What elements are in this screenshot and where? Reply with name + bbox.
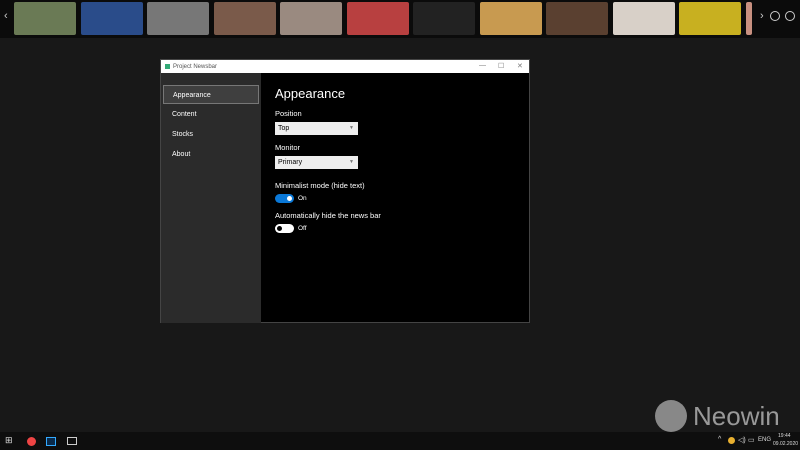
- clock-date[interactable]: 09.02.2020: [773, 441, 798, 447]
- scroll-left-icon[interactable]: ‹: [4, 10, 8, 22]
- position-value: Top: [278, 125, 290, 132]
- minimize-button[interactable]: —: [479, 62, 486, 69]
- chevron-down-icon: ▼: [349, 125, 354, 131]
- monitor-dropdown[interactable]: Primary ▼: [275, 156, 358, 169]
- sidebar-item-content[interactable]: Content: [163, 105, 259, 124]
- close-button[interactable]: ✕: [517, 62, 523, 70]
- settings-panel: Appearance Position Top ▼ Monitor Primary…: [275, 73, 381, 233]
- neowin-watermark: Neowin: [655, 400, 780, 432]
- maximize-button[interactable]: ☐: [498, 62, 504, 70]
- news-thumbnail[interactable]: [213, 2, 276, 35]
- news-thumbnail[interactable]: [14, 2, 76, 35]
- news-bar: ‹ ›: [0, 0, 800, 38]
- news-thumbnail[interactable]: [546, 2, 608, 35]
- start-windows-icon[interactable]: ⊞: [5, 435, 13, 446]
- tray-chevron-icon[interactable]: ^: [718, 436, 721, 443]
- autohide-toggle[interactable]: [275, 224, 294, 233]
- news-thumbnail[interactable]: [346, 2, 409, 35]
- minimalist-toggle[interactable]: [275, 194, 294, 203]
- news-thumbnail[interactable]: [679, 2, 741, 35]
- position-label: Position: [275, 109, 302, 118]
- chrome-icon[interactable]: [27, 437, 36, 446]
- news-thumbnail[interactable]: [612, 2, 675, 35]
- tray-app-icon[interactable]: [728, 437, 735, 444]
- neowin-logo-icon: [655, 400, 687, 432]
- autohide-state: Off: [298, 225, 307, 232]
- minimalist-state: On: [298, 195, 307, 202]
- sidebar-item-appearance[interactable]: Appearance: [163, 85, 259, 104]
- scroll-right-icon[interactable]: ›: [760, 10, 764, 22]
- news-thumbnail[interactable]: [147, 2, 209, 35]
- sidebar: Appearance Content Stocks About: [161, 73, 261, 323]
- sidebar-item-stocks[interactable]: Stocks: [163, 125, 259, 144]
- news-thumbnail[interactable]: [479, 2, 542, 35]
- photoshop-icon[interactable]: [46, 437, 56, 446]
- autohide-label: Automatically hide the news bar: [275, 211, 381, 220]
- position-dropdown[interactable]: Top ▼: [275, 122, 358, 135]
- news-thumbnail[interactable]: [413, 2, 475, 35]
- sidebar-item-about[interactable]: About: [163, 145, 259, 164]
- settings-window: Project Newsbar — ☐ ✕ Appearance Content…: [160, 59, 530, 323]
- app-icon: [165, 64, 170, 69]
- news-thumbnail[interactable]: [80, 2, 143, 35]
- settings-gear-icon[interactable]: [785, 11, 795, 21]
- network-icon[interactable]: ▭: [748, 436, 755, 444]
- alarm-icon[interactable]: [770, 11, 780, 21]
- watermark-text: Neowin: [693, 400, 780, 431]
- newsbar-app-icon[interactable]: [67, 437, 77, 445]
- minimalist-label: Minimalist mode (hide text): [275, 181, 365, 190]
- volume-icon[interactable]: ◁): [738, 436, 746, 444]
- news-thumbnail[interactable]: [280, 2, 342, 35]
- page-title: Appearance: [275, 86, 346, 101]
- clock-time[interactable]: 19:44: [778, 433, 791, 439]
- chevron-down-icon: ▼: [349, 159, 354, 165]
- title-bar: Project Newsbar — ☐ ✕: [161, 60, 529, 73]
- taskbar: ⊞ ^ ◁) ▭ ENG 19:44 09.02.2020: [0, 432, 800, 450]
- news-thumbnail[interactable]: [745, 2, 752, 35]
- monitor-value: Primary: [278, 159, 303, 166]
- monitor-label: Monitor: [275, 143, 301, 152]
- language-indicator[interactable]: ENG: [758, 437, 771, 443]
- window-title: Project Newsbar: [173, 63, 218, 70]
